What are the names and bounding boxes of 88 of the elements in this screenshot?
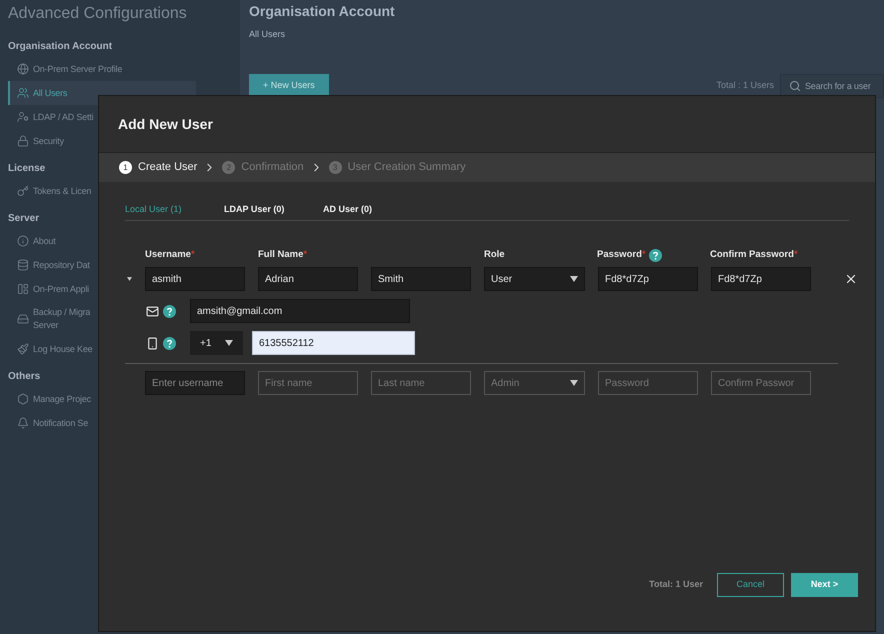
role-select[interactable]: User — [484, 267, 585, 291]
item-label: LDAP / AD Setti — [33, 110, 94, 124]
item-label: About — [33, 234, 56, 248]
user-type-tab[interactable]: Local User (1) — [125, 200, 224, 220]
column-header: Role — [484, 248, 505, 262]
item-label: Log House Kee — [33, 342, 92, 356]
step-label[interactable]: Confirmation — [241, 159, 304, 176]
hexagon-icon — [17, 393, 29, 405]
info-icon — [17, 235, 29, 247]
key-icon — [17, 185, 29, 197]
item-label: Tokens & Licen — [33, 184, 92, 198]
caret-icon — [225, 340, 233, 346]
caret-icon — [570, 276, 578, 282]
drive-icon — [17, 313, 29, 325]
panels-icon — [17, 283, 29, 295]
new-users-button[interactable]: + New Users — [249, 74, 329, 98]
step-label[interactable]: Create User — [138, 159, 198, 176]
password-field[interactable]: Confirm Passwor — [711, 371, 811, 395]
bell-icon — [17, 417, 29, 429]
input-field[interactable]: Smith — [371, 267, 471, 291]
caret-icon[interactable] — [127, 276, 132, 282]
input-field[interactable]: Last name — [371, 371, 471, 395]
total-count: Total : 1 Users — [716, 78, 774, 92]
sidebar-item[interactable]: Repository Dat — [8, 253, 91, 277]
column-header: Full Name* — [258, 248, 308, 262]
section-heading: Organisation Account — [8, 40, 112, 54]
item-label: Server — [33, 319, 60, 332]
users-icon — [17, 87, 29, 99]
step-number: 1 — [119, 161, 132, 174]
mail-icon — [146, 304, 159, 318]
sidebar-item[interactable]: Security — [8, 129, 65, 153]
phone-icon — [146, 336, 159, 350]
dialog-title: Add New User — [118, 114, 213, 134]
help-icon[interactable] — [163, 304, 176, 318]
phone-field[interactable]: 6135552112 — [252, 331, 415, 355]
step-label[interactable]: User Creation Summary — [348, 159, 466, 176]
sidebar-item[interactable]: Tokens & Licen — [8, 179, 92, 203]
role-select[interactable]: Admin — [484, 371, 585, 395]
help-icon[interactable] — [648, 248, 662, 262]
item-label: Notification Se — [33, 416, 88, 430]
section-heading: Others — [8, 370, 40, 384]
item-label: Manage Projec — [33, 392, 91, 406]
caret-icon — [570, 380, 578, 386]
total-count: Total: 1 User — [649, 578, 703, 592]
sidebar-item[interactable]: On-Prem Server Profile — [8, 57, 124, 81]
input-field[interactable]: Adrian — [258, 267, 358, 291]
sidebar-item[interactable]: Manage Projec — [8, 387, 92, 411]
item-label: Security — [33, 134, 64, 148]
item-label: Repository Dat — [33, 258, 90, 272]
database-icon — [17, 259, 29, 271]
column-header: Username* — [145, 248, 195, 262]
user-type-tab[interactable]: LDAP User (0) — [224, 200, 323, 220]
breadcrumb[interactable]: All Users — [249, 28, 884, 42]
brush-icon — [17, 343, 29, 355]
item-label: On-Prem Appli — [33, 282, 89, 296]
help-icon[interactable] — [163, 336, 176, 350]
sidebar-item[interactable]: Backup / Migra Server — [8, 301, 92, 337]
input-field[interactable]: Enter username — [145, 371, 245, 395]
page-title: Organisation Account — [249, 2, 396, 21]
section-heading: Server — [8, 212, 40, 226]
column-header: Password* — [597, 248, 646, 262]
column-header: Confirm Password* — [710, 248, 798, 262]
password-field[interactable]: Fd8*d7Zp — [598, 267, 698, 291]
close-icon[interactable] — [844, 272, 858, 286]
sidebar-item[interactable]: On-Prem Appli — [8, 277, 90, 301]
lock-icon — [17, 135, 29, 147]
cancel-button[interactable]: Cancel — [717, 573, 784, 597]
item-label: On-Prem Server Profile — [33, 62, 122, 76]
next-button[interactable]: Next > — [791, 573, 858, 597]
sidebar-item[interactable]: LDAP / AD Setti — [8, 105, 94, 129]
item-label: Backup / Migra — [33, 306, 90, 319]
sidebar-item[interactable]: Log House Kee — [8, 337, 94, 361]
sidebar-item[interactable]: About — [8, 229, 57, 253]
input-field[interactable]: First name — [258, 371, 358, 395]
country-code-select[interactable]: +1 — [190, 331, 243, 355]
user-gear-icon — [17, 111, 29, 123]
email-field[interactable]: amsith@gmail.com — [190, 299, 410, 323]
sidebar-title: Advanced Configurations — [8, 4, 187, 24]
password-field[interactable]: Fd8*d7Zp — [711, 267, 811, 291]
input-field[interactable]: asmith — [145, 267, 245, 291]
item-label: All Users — [33, 86, 68, 100]
globe-icon — [17, 63, 29, 75]
search-field[interactable]: Search for a user — [780, 74, 884, 98]
search-icon — [789, 80, 801, 92]
sidebar-item[interactable]: Notification Se — [8, 411, 90, 435]
section-heading: License — [8, 162, 46, 176]
user-type-tab[interactable]: AD User (0) — [323, 200, 422, 220]
password-field[interactable]: Password — [598, 371, 698, 395]
